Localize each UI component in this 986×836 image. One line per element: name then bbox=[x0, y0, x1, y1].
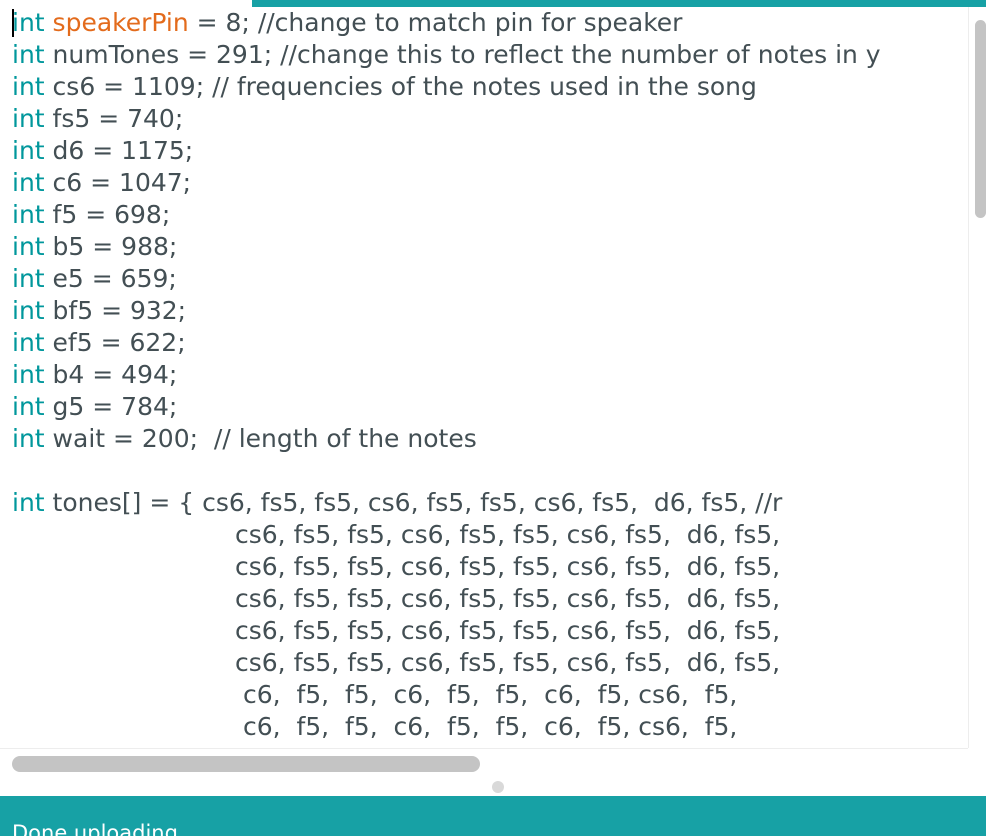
text-cursor bbox=[12, 9, 14, 37]
keyword-int: int bbox=[12, 232, 45, 261]
tones-row: cs6, fs5, fs5, cs6, fs5, fs5, cs6, fs5, … bbox=[235, 520, 781, 549]
keyword-int: int bbox=[12, 488, 45, 517]
code-rest: = 932; bbox=[93, 296, 187, 325]
identifier: numTones bbox=[52, 40, 180, 69]
code-line-fs5: int fs5 = 740; bbox=[12, 103, 183, 135]
code-line-c6: int c6 = 1047; bbox=[12, 167, 191, 199]
code-rest: = 291; //change this to reflect the numb… bbox=[179, 40, 881, 69]
identifier: d6 bbox=[52, 136, 85, 165]
tones-declaration: tones[] = { cs6, fs5, fs5, cs6, fs5, fs5… bbox=[52, 488, 783, 517]
keyword-int: int bbox=[12, 40, 45, 69]
code-line-cs6: int cs6 = 1109; // frequencies of the no… bbox=[12, 71, 757, 103]
keyword-int: int bbox=[12, 168, 45, 197]
keyword-int: int bbox=[12, 328, 45, 357]
identifier: wait bbox=[52, 424, 106, 453]
code-rest: = 622; bbox=[92, 328, 186, 357]
arduino-ide-window: int speakerPin = 8; //change to match pi… bbox=[0, 0, 986, 836]
tones-row: cs6, fs5, fs5, cs6, fs5, fs5, cs6, fs5, … bbox=[235, 648, 781, 677]
keyword-int: int bbox=[12, 296, 45, 325]
identifier: e5 bbox=[52, 264, 84, 293]
tones-row: cs6, fs5, fs5, cs6, fs5, fs5, cs6, fs5, … bbox=[235, 616, 781, 645]
tones-row: cs6, fs5, fs5, cs6, fs5, fs5, cs6, fs5, … bbox=[235, 552, 781, 581]
code-line-d6: int d6 = 1175; bbox=[12, 135, 193, 167]
code-rest: = 1047; bbox=[82, 168, 192, 197]
horizontal-scrollbar-thumb[interactable] bbox=[12, 756, 480, 772]
tones-row: c6, f5, f5, c6, f5, f5, c6, f5, cs6, f5, bbox=[235, 712, 738, 741]
code-rest: = 8; //change to match pin for speaker bbox=[188, 8, 683, 37]
code-rest: = 659; bbox=[83, 264, 177, 293]
code-line-b4: int b4 = 494; bbox=[12, 359, 177, 391]
identifier: c6 bbox=[52, 168, 83, 197]
keyword-int: int bbox=[12, 104, 45, 133]
identifier: fs5 bbox=[52, 104, 91, 133]
identifier: b4 bbox=[52, 360, 85, 389]
code-rest: = 784; bbox=[84, 392, 178, 421]
code-line-e5: int e5 = 659; bbox=[12, 263, 177, 295]
code-line-tones-decl: int tones[] = { cs6, fs5, fs5, cs6, fs5,… bbox=[12, 487, 782, 519]
code-rest: = 1175; bbox=[84, 136, 194, 165]
keyword-int: int bbox=[12, 72, 45, 101]
code-line-bf5: int bf5 = 932; bbox=[12, 295, 186, 327]
code-line-ef5: int ef5 = 622; bbox=[12, 327, 186, 359]
divider-handle-icon[interactable] bbox=[492, 781, 504, 793]
keyword-int: int bbox=[12, 392, 45, 421]
code-rest: = 988; bbox=[84, 232, 178, 261]
keyword-int: int bbox=[12, 360, 45, 389]
keyword-int: int bbox=[12, 136, 45, 165]
code-rest: = 740; bbox=[90, 104, 184, 133]
identifier: bf5 bbox=[52, 296, 94, 325]
code-rest: = 494; bbox=[84, 360, 178, 389]
code-rest: = 698; bbox=[77, 200, 171, 229]
keyword-int: int bbox=[12, 264, 45, 293]
keyword-int: int bbox=[12, 8, 45, 37]
code-line-g5: int g5 = 784; bbox=[12, 391, 177, 423]
keyword-int: int bbox=[12, 424, 45, 453]
vertical-scrollbar-thumb[interactable] bbox=[975, 20, 986, 218]
identifier: cs6 bbox=[52, 72, 96, 101]
tones-row: cs6, fs5, fs5, cs6, fs5, fs5, cs6, fs5, … bbox=[235, 584, 781, 613]
identifier: f5 bbox=[52, 200, 78, 229]
identifier: g5 bbox=[52, 392, 85, 421]
code-line-b5: int b5 = 988; bbox=[12, 231, 177, 263]
identifier-speaker-pin: speakerPin bbox=[52, 8, 189, 37]
code-line-f5: int f5 = 698; bbox=[12, 199, 170, 231]
active-tab-edge bbox=[0, 0, 252, 7]
status-message: Done uploading. bbox=[12, 821, 185, 836]
code-line-speaker-pin: int speakerPin = 8; //change to match pi… bbox=[12, 7, 682, 39]
identifier: ef5 bbox=[52, 328, 93, 357]
tones-row: c6, f5, f5, c6, f5, f5, c6, f5, cs6, f5, bbox=[235, 680, 738, 709]
keyword-int: int bbox=[12, 200, 45, 229]
code-line-num-tones: int numTones = 291; //change this to ref… bbox=[12, 39, 881, 71]
code-rest: = 200; // length of the notes bbox=[105, 424, 477, 453]
code-editor[interactable]: int speakerPin = 8; //change to match pi… bbox=[0, 7, 968, 748]
identifier: b5 bbox=[52, 232, 85, 261]
code-line-wait: int wait = 200; // length of the notes bbox=[12, 423, 477, 455]
code-rest: = 1109; // frequencies of the notes used… bbox=[95, 72, 757, 101]
